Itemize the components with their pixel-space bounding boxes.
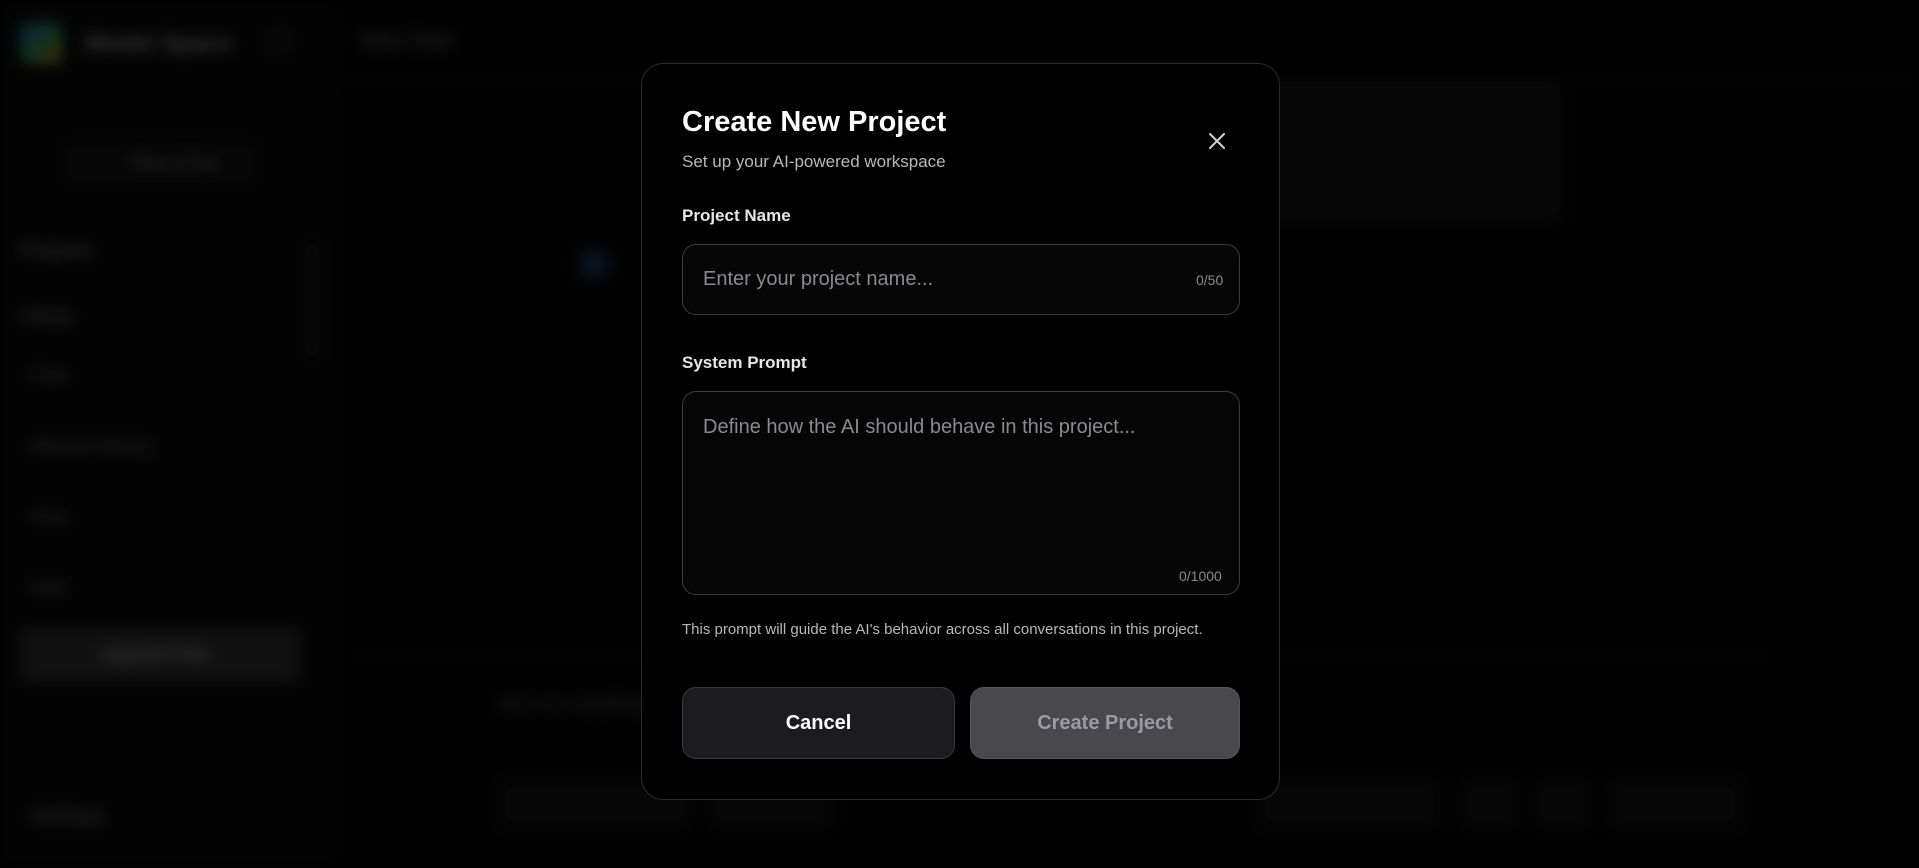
system-prompt-input[interactable] xyxy=(683,392,1239,562)
project-name-counter: 0/50 xyxy=(1196,272,1224,288)
close-icon xyxy=(1208,132,1226,150)
system-prompt-helper-text: This prompt will guide the AI's behavior… xyxy=(682,621,1203,638)
close-button[interactable] xyxy=(1203,127,1231,155)
system-prompt-label: System Prompt xyxy=(682,353,807,372)
cancel-button[interactable]: Cancel xyxy=(682,687,955,759)
create-project-dialog: Create New Project Set up your AI-powere… xyxy=(641,63,1280,800)
create-project-button[interactable]: Create Project xyxy=(970,687,1240,759)
system-prompt-field: 0/1000 xyxy=(682,391,1240,595)
dialog-subtitle: Set up your AI-powered workspace xyxy=(682,152,946,171)
dialog-title: Create New Project xyxy=(682,106,947,138)
system-prompt-counter: 0/1000 xyxy=(1179,568,1222,584)
project-name-label: Project Name xyxy=(682,206,791,225)
project-name-input[interactable] xyxy=(683,245,1163,314)
project-name-field: 0/50 xyxy=(682,244,1240,315)
